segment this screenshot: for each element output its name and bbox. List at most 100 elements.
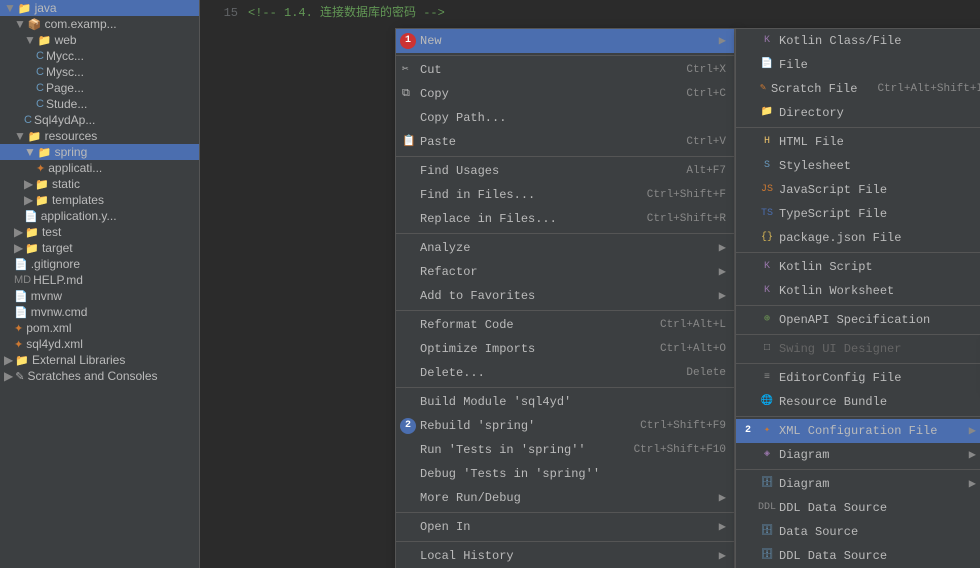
tree-application-yml[interactable]: 📄 application.y... bbox=[0, 208, 199, 224]
menu-item-editorconfig[interactable]: ≡ EditorConfig File bbox=[736, 366, 980, 390]
menu-item-delete[interactable]: Delete... Delete bbox=[396, 361, 734, 385]
badge-2-left: 2 bbox=[400, 418, 416, 434]
kotlin-icon: K bbox=[760, 34, 774, 48]
tree-templates[interactable]: ▶ 📁 templates bbox=[0, 192, 199, 208]
tree-web[interactable]: ▼ 📁 web bbox=[0, 32, 199, 48]
tree-helpmd[interactable]: MD HELP.md bbox=[0, 272, 199, 288]
menu-item-html-file[interactable]: H HTML File bbox=[736, 130, 980, 154]
submenu-arrow-favorites: ▶ bbox=[719, 287, 726, 305]
badge-1: 1 bbox=[400, 33, 416, 49]
directory-icon: 📁 bbox=[760, 106, 774, 120]
tree-static[interactable]: ▶ 📁 static bbox=[0, 176, 199, 192]
menu-item-replace-files[interactable]: Replace in Files... Ctrl+Shift+R bbox=[396, 207, 734, 231]
menu-item-data-source[interactable]: 🗄 Diagram ▶ bbox=[736, 472, 980, 496]
cut-icon: ✂ bbox=[402, 61, 409, 79]
menu-item-copy[interactable]: ⧉ Copy Ctrl+C bbox=[396, 82, 734, 106]
datasource-url-icon: 🗄 bbox=[760, 525, 774, 539]
copy-icon: ⧉ bbox=[402, 85, 410, 103]
menu-item-package-json[interactable]: {} package.json File bbox=[736, 226, 980, 250]
menu-item-diagram[interactable]: ◈ Diagram ▶ bbox=[736, 443, 980, 467]
tree-spring[interactable]: ▼ 📁 spring bbox=[0, 144, 199, 160]
menu-item-debug-tests[interactable]: Debug 'Tests in 'spring'' bbox=[396, 462, 734, 486]
file-icon: 📄 bbox=[760, 58, 774, 72]
menu-item-kotlin-class[interactable]: K Kotlin Class/File bbox=[736, 29, 980, 53]
tree-resources[interactable]: ▼ 📁 resources bbox=[0, 128, 199, 144]
menu-item-datasource-url[interactable]: 🗄 Data Source bbox=[736, 520, 980, 544]
resource-bundle-icon: 🌐 bbox=[760, 395, 774, 409]
project-sidebar: ▼ 📁 java ▼ 📦 com.examp... ▼ 📁 web C Mycc… bbox=[0, 0, 200, 568]
tree-pomxml[interactable]: ✦ pom.xml bbox=[0, 320, 199, 336]
menu-item-cut[interactable]: ✂ Cut Ctrl+X bbox=[396, 58, 734, 82]
menu-item-ddl-source[interactable]: DDL DDL Data Source bbox=[736, 496, 980, 520]
menu-item-paste[interactable]: 📋 Paste Ctrl+V bbox=[396, 130, 734, 154]
menu-item-build-module[interactable]: Build Module 'sql4yd' bbox=[396, 390, 734, 414]
menu-item-reformat[interactable]: Reformat Code Ctrl+Alt+L bbox=[396, 313, 734, 337]
submenu-arrow-refactor: ▶ bbox=[719, 263, 726, 281]
tree-com-examp[interactable]: ▼ 📦 com.examp... bbox=[0, 16, 199, 32]
kotlin-script-icon: K bbox=[760, 260, 774, 274]
tree-external-libs[interactable]: ▶ 📁 External Libraries bbox=[0, 352, 199, 368]
tree-gitignore[interactable]: 📄 .gitignore bbox=[0, 256, 199, 272]
swing-icon: □ bbox=[760, 342, 774, 356]
tree-sql4ydxml[interactable]: ✦ sql4yd.xml bbox=[0, 336, 199, 352]
submenu-arrow-run: ▶ bbox=[719, 489, 726, 507]
css-icon: S bbox=[760, 159, 774, 173]
menu-item-rebuild[interactable]: 2 Rebuild 'spring' Ctrl+Shift+F9 bbox=[396, 414, 734, 438]
tree-target[interactable]: ▶ 📁 target bbox=[0, 240, 199, 256]
menu-item-more-run[interactable]: More Run/Debug ▶ bbox=[396, 486, 734, 510]
menu-item-resource-bundle[interactable]: 🌐 Resource Bundle bbox=[736, 390, 980, 414]
paste-icon: 📋 bbox=[402, 133, 416, 151]
menu-item-add-favorites[interactable]: Add to Favorites ▶ bbox=[396, 284, 734, 308]
menu-item-kotlin-script[interactable]: K Kotlin Script bbox=[736, 255, 980, 279]
ddl-icon: DDL bbox=[760, 501, 774, 515]
submenu-arrow-datasource: ▶ bbox=[969, 475, 976, 493]
menu-item-xml-config[interactable]: 2 ✦ XML Configuration File ▶ bbox=[736, 419, 980, 443]
menu-item-local-history[interactable]: Local History ▶ bbox=[396, 544, 734, 568]
html-icon: H bbox=[760, 135, 774, 149]
xml-config-icon: ✦ bbox=[760, 424, 774, 438]
datasource-path-icon: 🗄 bbox=[760, 549, 774, 563]
submenu-arrow-diagram: ▶ bbox=[969, 446, 976, 464]
menu-item-datasource-path[interactable]: 🗄 DDL Data Source bbox=[736, 544, 980, 568]
menu-item-typescript-file[interactable]: TS TypeScript File bbox=[736, 202, 980, 226]
tree-test[interactable]: ▶ 📁 test bbox=[0, 224, 199, 240]
menu-item-openapi[interactable]: ⊕ OpenAPI Specification bbox=[736, 308, 980, 332]
menu-item-javascript-file[interactable]: JS JavaScript File bbox=[736, 178, 980, 202]
pkg-icon: {} bbox=[760, 231, 774, 245]
tree-applicati[interactable]: ✦ applicati... bbox=[0, 160, 199, 176]
tree-scratches[interactable]: ▶ ✎ Scratches and Consoles bbox=[0, 368, 199, 384]
menu-item-copy-path[interactable]: Copy Path... bbox=[396, 106, 734, 130]
tree-mycc[interactable]: C Mycc... bbox=[0, 48, 199, 64]
submenu-arrow-history: ▶ bbox=[719, 547, 726, 565]
tree-page[interactable]: C Page... bbox=[0, 80, 199, 96]
menu-label-new: New bbox=[420, 32, 719, 50]
scratch-icon: ✎ bbox=[760, 82, 766, 96]
datasource-icon: 🗄 bbox=[760, 477, 774, 491]
code-editor: 15 <!-- 1.4. 连接数据库的密码 --> 1 New ▶ ✂ Cut … bbox=[200, 0, 980, 568]
menu-item-new[interactable]: 1 New ▶ bbox=[396, 29, 734, 53]
submenu-arrow-xml: ▶ bbox=[969, 422, 976, 440]
menu-item-file[interactable]: 📄 File bbox=[736, 53, 980, 77]
tree-sql4ydap[interactable]: C Sql4ydAp... bbox=[0, 112, 199, 128]
menu-item-directory[interactable]: 📁 Directory bbox=[736, 101, 980, 125]
openapi-icon: ⊕ bbox=[760, 313, 774, 327]
menu-item-kotlin-worksheet[interactable]: K Kotlin Worksheet bbox=[736, 279, 980, 303]
menu-item-scratch-file[interactable]: ✎ Scratch File Ctrl+Alt+Shift+Insert bbox=[736, 77, 980, 101]
ts-icon: TS bbox=[760, 207, 774, 221]
menu-item-swing: □ Swing UI Designer bbox=[736, 337, 980, 361]
menu-item-refactor[interactable]: Refactor ▶ bbox=[396, 260, 734, 284]
diagram-icon: ◈ bbox=[760, 448, 774, 462]
tree-stude[interactable]: C Stude... bbox=[0, 96, 199, 112]
menu-item-run-tests[interactable]: Run 'Tests in 'spring'' Ctrl+Shift+F10 bbox=[396, 438, 734, 462]
tree-java[interactable]: ▼ 📁 java bbox=[0, 0, 199, 16]
tree-mvnwcmd[interactable]: 📄 mvnw.cmd bbox=[0, 304, 199, 320]
menu-item-find-usages[interactable]: Find Usages Alt+F7 bbox=[396, 159, 734, 183]
tree-mysc[interactable]: C Mysc... bbox=[0, 64, 199, 80]
menu-item-stylesheet[interactable]: S Stylesheet bbox=[736, 154, 980, 178]
menu-item-optimize-imports[interactable]: Optimize Imports Ctrl+Alt+O bbox=[396, 337, 734, 361]
tree-mvnw[interactable]: 📄 mvnw bbox=[0, 288, 199, 304]
menu-item-find-files[interactable]: Find in Files... Ctrl+Shift+F bbox=[396, 183, 734, 207]
submenu-arrow-new: ▶ bbox=[719, 32, 726, 50]
menu-item-open-in[interactable]: Open In ▶ bbox=[396, 515, 734, 539]
menu-item-analyze[interactable]: Analyze ▶ bbox=[396, 236, 734, 260]
